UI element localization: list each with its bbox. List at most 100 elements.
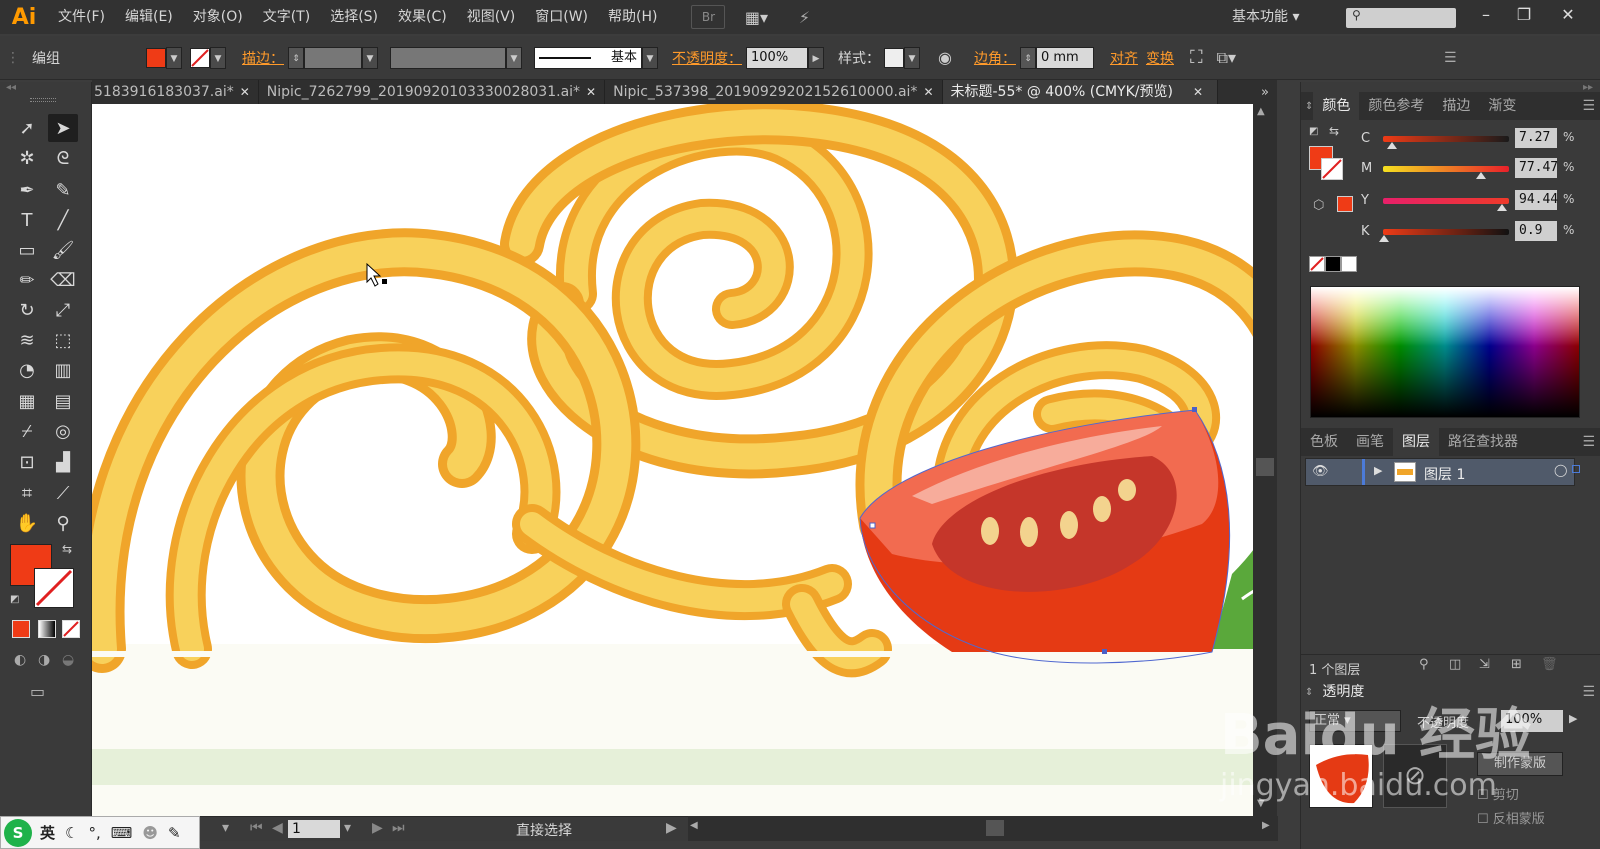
bridge-button[interactable]: Br	[691, 5, 726, 29]
clipping-mask-icon[interactable]: ◫	[1449, 657, 1461, 672]
panel-toggle-icon[interactable]: ⇕	[1305, 101, 1313, 112]
stroke-swatch[interactable]	[190, 47, 210, 68]
white-swatch[interactable]	[1341, 256, 1357, 272]
gamut-swatch[interactable]	[1337, 196, 1353, 212]
layer-name[interactable]: 图层 1	[1424, 464, 1465, 484]
gradient-mode-icon[interactable]	[38, 620, 56, 638]
layer-selection-square[interactable]	[1572, 465, 1580, 473]
menu-file[interactable]: 文件(F)	[48, 0, 115, 34]
blend-tool-icon[interactable]: ◎	[48, 417, 78, 445]
visibility-eye-icon[interactable]: 👁	[1312, 464, 1329, 479]
brush-definition[interactable]: 基本	[534, 46, 642, 69]
line-tool-icon[interactable]: ╱	[48, 206, 78, 234]
tab-swatches[interactable]: 色板	[1301, 428, 1347, 456]
expand-layer-icon[interactable]: ▶	[1374, 464, 1382, 477]
page-dropdown-icon[interactable]: ▾	[344, 820, 351, 836]
menu-view[interactable]: 视图(V)	[457, 0, 526, 34]
tab-doc-3[interactable]: Nipic_537398_20190929202152610000.ai* ✕	[605, 80, 943, 104]
eraser-tool-icon[interactable]: ⌫	[48, 266, 78, 294]
ime-lang[interactable]: 英	[40, 822, 55, 843]
minimize-icon[interactable]: –	[1466, 2, 1506, 28]
swap-colors-icon[interactable]: ⇆	[1329, 124, 1339, 138]
symbol-sprayer-tool-icon[interactable]: ⊡	[12, 448, 42, 476]
stroke-panel-link[interactable]: 描边：	[242, 48, 284, 68]
color-mode-icon[interactable]	[12, 620, 30, 638]
default-fill-stroke-icon[interactable]: ◩	[10, 594, 19, 605]
opacity-arrow[interactable]: ▶	[808, 46, 824, 69]
profile-dropdown[interactable]: ▼	[506, 46, 522, 69]
slider-thumb[interactable]	[1475, 172, 1486, 179]
screen-mode-icon[interactable]: ▭	[30, 682, 45, 701]
delete-layer-icon[interactable]: 🗑	[1541, 657, 1558, 672]
lasso-tool-icon[interactable]: ᘓ	[48, 144, 78, 172]
more-tabs-icon[interactable]: »	[1261, 85, 1269, 100]
tab-close-icon[interactable]: ✕	[586, 85, 596, 99]
layer-row[interactable]: 👁 ▶ 图层 1 ◯	[1305, 458, 1580, 486]
menu-help[interactable]: 帮助(H)	[598, 0, 667, 34]
scale-tool-icon[interactable]: ⤢	[48, 296, 78, 324]
hand-tool-icon[interactable]: ✋	[12, 509, 42, 537]
horizontal-scrollbar[interactable]: ◀ ▶	[688, 816, 1278, 841]
none-swatch[interactable]	[1309, 256, 1325, 272]
ime-punct-icon[interactable]: °,	[88, 824, 100, 842]
menu-window[interactable]: 窗口(W)	[525, 0, 598, 34]
tab-doc-2[interactable]: Nipic_7262799_20190920103330028031.ai* ✕	[259, 80, 606, 104]
scroll-thumb[interactable]	[1256, 458, 1274, 476]
menu-effect[interactable]: 效果(C)	[388, 0, 457, 34]
ime-tools-icon[interactable]: ✎	[168, 824, 181, 842]
arrange-documents-icon[interactable]: ▦▾	[737, 5, 775, 29]
hscroll-thumb[interactable]	[986, 820, 1004, 836]
variable-width-profile[interactable]	[390, 46, 506, 69]
corner-panel-link[interactable]: 边角：	[974, 48, 1016, 68]
direct-selection-tool-icon[interactable]: ➤	[48, 114, 78, 142]
pencil-tool-icon[interactable]: ✏	[12, 266, 42, 294]
stroke-dropdown[interactable]: ▼	[210, 46, 226, 69]
ime-moon-icon[interactable]: ☾	[65, 824, 78, 842]
last-page-icon[interactable]: ⏭	[392, 820, 405, 836]
gpu-performance-icon[interactable]: ⚡	[787, 5, 821, 29]
zoom-tool-icon[interactable]: ⚲	[48, 509, 78, 537]
slider-m[interactable]: M 77.47 %	[1361, 158, 1600, 182]
corner-stepper[interactable]: ⇕	[1019, 46, 1036, 69]
new-sublayer-icon[interactable]: ⇲	[1479, 657, 1490, 672]
sogou-logo-icon[interactable]: S	[4, 818, 32, 847]
canvas[interactable]: ▲ ▼	[92, 104, 1277, 816]
draw-normal-icon[interactable]: ◐	[14, 652, 26, 668]
graphic-style-swatch[interactable]	[884, 47, 904, 68]
tab-color[interactable]: 颜色	[1313, 92, 1360, 120]
y-value-field[interactable]: 94.44	[1515, 190, 1558, 210]
gradient-tool-icon[interactable]: ▤	[48, 387, 78, 415]
draw-inside-icon[interactable]: ◒	[62, 652, 74, 668]
tab-doc-active[interactable]: 未标题-55* @ 400% (CMYK/预览) ✕	[942, 80, 1219, 104]
recolor-artwork-icon[interactable]: ◉	[938, 48, 952, 67]
restore-icon[interactable]: ❐	[1504, 2, 1544, 28]
pen-tool-icon[interactable]: ✒	[12, 176, 42, 204]
slider-track-k[interactable]	[1383, 229, 1509, 235]
slider-thumb[interactable]	[1387, 142, 1398, 149]
type-tool-icon[interactable]: T	[12, 206, 42, 234]
slider-thumb[interactable]	[1496, 204, 1507, 211]
scroll-up-icon[interactable]: ▲	[1257, 106, 1265, 117]
stroke-weight-field[interactable]	[304, 46, 362, 69]
slider-y[interactable]: Y 94.44 %	[1361, 190, 1600, 214]
locate-object-icon[interactable]: ⚲	[1419, 657, 1429, 672]
menu-type[interactable]: 文字(T)	[253, 0, 320, 34]
tab-close-icon[interactable]: ✕	[240, 85, 250, 99]
rectangle-tool-icon[interactable]: ▭	[12, 236, 42, 264]
black-swatch[interactable]	[1325, 256, 1341, 272]
tab-layers[interactable]: 图层	[1393, 428, 1439, 456]
k-value-field[interactable]: 0.9	[1515, 221, 1557, 241]
none-mode-icon[interactable]	[62, 620, 80, 638]
page-number-field[interactable]: 1	[288, 820, 340, 838]
out-of-gamut-icon[interactable]: ⬡	[1313, 198, 1324, 213]
selection-tool-icon[interactable]: ➚	[12, 114, 42, 142]
draw-behind-icon[interactable]: ◑	[38, 652, 50, 668]
tab-close-icon[interactable]: ✕	[1193, 85, 1203, 99]
first-page-icon[interactable]: ⏮	[250, 820, 263, 836]
swap-fill-stroke-icon[interactable]: ⇆	[62, 542, 72, 556]
tab-color-guide[interactable]: 颜色参考	[1359, 92, 1433, 120]
menu-select[interactable]: 选择(S)	[320, 0, 388, 34]
scroll-right-icon[interactable]: ▶	[1262, 820, 1270, 831]
slider-k[interactable]: K 0.9 %	[1361, 221, 1600, 245]
transform-panel-link[interactable]: 变换	[1146, 48, 1174, 68]
